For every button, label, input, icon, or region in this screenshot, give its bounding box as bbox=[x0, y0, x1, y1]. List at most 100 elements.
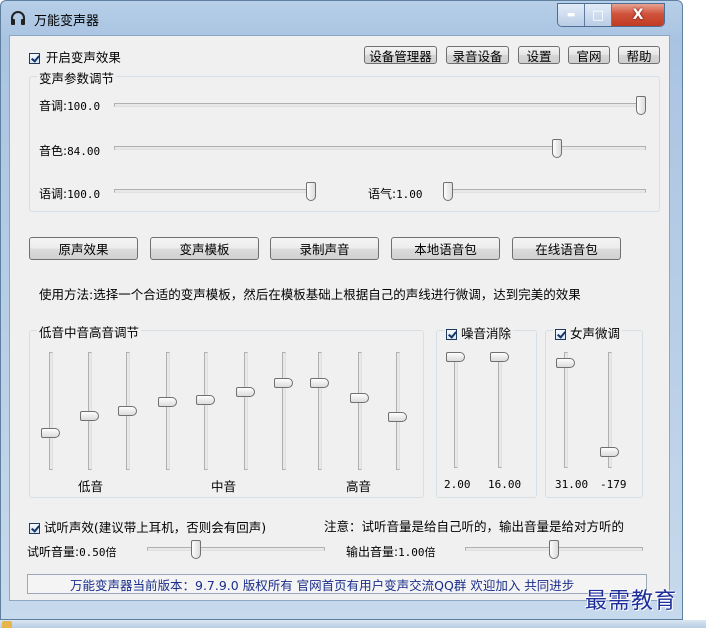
status-text: 万能变声器当前版本：9.7.9.0 版权所有 官网首页有用户变声交流QQ群 欢迎… bbox=[70, 577, 575, 593]
listen-volume-slider[interactable] bbox=[147, 539, 325, 561]
tone-slider[interactable] bbox=[114, 181, 316, 203]
pitch-slider-track bbox=[114, 103, 646, 107]
minimize-button[interactable]: ▬ bbox=[558, 4, 585, 26]
timbre-slider-track bbox=[114, 146, 646, 150]
tone-slider-track bbox=[114, 189, 316, 193]
mood-value: 1.00 bbox=[396, 188, 423, 201]
eq-band-slider-10[interactable] bbox=[388, 352, 408, 470]
original-voice-button[interactable]: 原声效果 bbox=[29, 237, 138, 260]
enable-effect-label: 开启变声效果 bbox=[45, 50, 121, 65]
tone-label: 语调 bbox=[39, 187, 64, 201]
eq-band-track bbox=[204, 352, 208, 470]
female-value-1: 31.00 bbox=[555, 478, 589, 491]
eq-band-thumb[interactable] bbox=[196, 395, 215, 406]
eq-band-thumb[interactable] bbox=[236, 386, 255, 397]
usage-instructions: 使用方法:选择一个合适的变声模板，然后在模板基础上根据自己的声线进行微调，达到完… bbox=[39, 287, 581, 302]
official-site-button[interactable]: 官网 bbox=[568, 46, 610, 64]
record-voice-button[interactable]: 录制声音 bbox=[270, 237, 379, 260]
monitor-checkbox[interactable]: 试听声效(建议带上耳机，否则会有回声) bbox=[29, 517, 266, 536]
checkbox-check-icon bbox=[29, 523, 40, 534]
eq-band-thumb[interactable] bbox=[388, 412, 407, 423]
female-tune-label: 女声微调 bbox=[569, 326, 620, 341]
mood-slider-thumb[interactable] bbox=[443, 182, 453, 201]
settings-button[interactable]: 设置 bbox=[518, 46, 560, 64]
eq-mid-label: 中音 bbox=[211, 479, 237, 494]
noise-slider-2[interactable] bbox=[490, 352, 510, 468]
eq-band-slider-7[interactable] bbox=[274, 352, 294, 470]
output-volume-slider[interactable] bbox=[465, 539, 643, 561]
eq-band-thumb[interactable] bbox=[158, 397, 177, 408]
eq-band-thumb[interactable] bbox=[80, 411, 99, 422]
pitch-label: 音调 bbox=[39, 99, 64, 113]
eq-band-slider-3[interactable] bbox=[118, 352, 138, 470]
eq-band-slider-6[interactable] bbox=[236, 352, 256, 470]
eq-band-slider-9[interactable] bbox=[350, 352, 370, 470]
local-voice-pack-button[interactable]: 本地语音包 bbox=[391, 237, 500, 260]
maximize-icon: □ bbox=[591, 7, 605, 23]
output-volume-thumb[interactable] bbox=[549, 540, 559, 559]
desktop-folder-icon bbox=[2, 621, 12, 628]
device-manager-button[interactable]: 设备管理器 bbox=[364, 46, 437, 64]
headphones-icon bbox=[10, 10, 26, 26]
noise-slider-1[interactable] bbox=[446, 352, 466, 468]
female-slider-2-thumb[interactable] bbox=[600, 447, 619, 458]
eq-band-track bbox=[166, 352, 170, 470]
eq-legend: 低音中音高音调节 bbox=[37, 322, 142, 341]
tone-readout: 语调:100.0 bbox=[39, 187, 101, 201]
noise-value-2: 16.00 bbox=[488, 478, 522, 491]
online-voice-pack-button[interactable]: 在线语音包 bbox=[512, 237, 621, 260]
listen-volume-track bbox=[147, 547, 325, 551]
female-slider-2[interactable] bbox=[600, 352, 620, 468]
tone-value: 100.0 bbox=[67, 188, 101, 201]
timbre-label: 音色 bbox=[39, 144, 64, 158]
pitch-readout: 音调:100.0 bbox=[39, 99, 101, 113]
help-button[interactable]: 帮助 bbox=[618, 46, 660, 64]
title-bar[interactable]: 万能变声器 ▬ □ X bbox=[1, 1, 684, 35]
recording-device-button[interactable]: 录音设备 bbox=[446, 46, 509, 64]
noise-reduction-checkbox[interactable]: 噪音消除 bbox=[444, 323, 513, 342]
tone-slider-thumb[interactable] bbox=[306, 182, 316, 201]
noise-value-1: 2.00 bbox=[444, 478, 471, 491]
eq-band-slider-1[interactable] bbox=[41, 352, 61, 470]
eq-band-track bbox=[49, 352, 53, 470]
output-volume-label: 输出音量 bbox=[346, 545, 395, 559]
mood-slider-track bbox=[443, 189, 646, 193]
timbre-slider[interactable] bbox=[114, 138, 646, 160]
eq-band-slider-8[interactable] bbox=[310, 352, 330, 470]
eq-band-track bbox=[318, 352, 322, 470]
eq-band-thumb[interactable] bbox=[310, 377, 329, 388]
main-panel: 开启变声效果 设备管理器 录音设备 设置 官网 帮助 变声参数调节 音调:100… bbox=[9, 35, 670, 601]
eq-band-thumb[interactable] bbox=[41, 427, 60, 438]
eq-band-slider-4[interactable] bbox=[158, 352, 178, 470]
output-volume-readout: 输出音量:1.00倍 bbox=[346, 545, 436, 559]
voice-template-button[interactable]: 变声模板 bbox=[150, 237, 259, 260]
listen-volume-thumb[interactable] bbox=[190, 540, 201, 559]
window-controls: ▬ □ X bbox=[557, 3, 665, 27]
eq-band-thumb[interactable] bbox=[350, 393, 369, 404]
female-value-2: -179 bbox=[600, 478, 627, 491]
eq-band-slider-2[interactable] bbox=[80, 352, 100, 470]
output-volume-value: 1.00倍 bbox=[398, 546, 436, 559]
female-slider-1-thumb[interactable] bbox=[556, 358, 575, 369]
mood-slider[interactable] bbox=[443, 181, 646, 203]
timbre-slider-thumb[interactable] bbox=[552, 139, 563, 158]
close-button[interactable]: X bbox=[612, 4, 664, 26]
enable-effect-checkbox[interactable]: 开启变声效果 bbox=[29, 47, 121, 66]
eq-low-label: 低音 bbox=[78, 479, 104, 494]
maximize-button[interactable]: □ bbox=[585, 4, 612, 26]
mood-label: 语气 bbox=[368, 187, 393, 201]
timbre-value: 84.00 bbox=[67, 145, 101, 158]
eq-band-thumb[interactable] bbox=[274, 377, 293, 388]
female-tune-checkbox[interactable]: 女声微调 bbox=[553, 323, 622, 342]
pitch-slider[interactable] bbox=[114, 95, 646, 117]
minimize-icon: ▬ bbox=[566, 10, 576, 20]
close-icon: X bbox=[632, 7, 644, 23]
noise-slider-2-thumb[interactable] bbox=[490, 352, 509, 362]
noise-slider-1-track bbox=[454, 352, 458, 468]
eq-band-thumb[interactable] bbox=[118, 406, 137, 416]
eq-band-slider-5[interactable] bbox=[196, 352, 216, 470]
noise-slider-1-thumb[interactable] bbox=[446, 352, 465, 362]
timbre-readout: 音色:84.00 bbox=[39, 144, 101, 158]
female-slider-1[interactable] bbox=[556, 352, 576, 468]
pitch-slider-thumb[interactable] bbox=[636, 96, 646, 115]
